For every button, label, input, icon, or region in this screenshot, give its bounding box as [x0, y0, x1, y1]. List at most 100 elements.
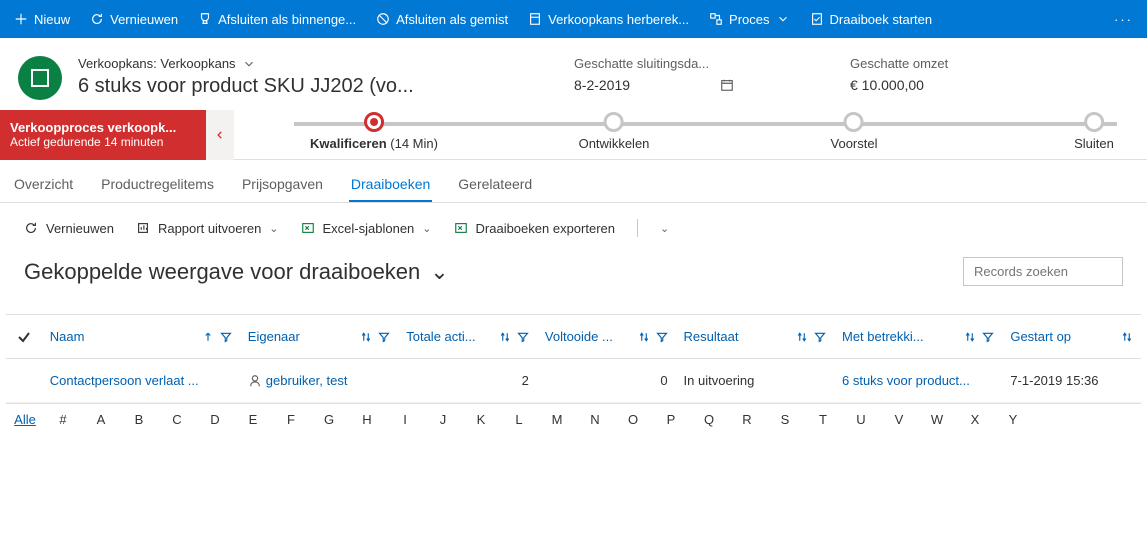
alpha-letter[interactable]: J	[424, 412, 462, 427]
close-won-button[interactable]: Afsluiten als binnenge...	[188, 0, 366, 38]
col-voltooide[interactable]: Voltooide ...	[537, 329, 676, 344]
alpha-letter[interactable]: W	[918, 412, 956, 427]
label: Nieuw	[34, 12, 70, 27]
calculator-icon	[528, 12, 542, 26]
alpha-letter[interactable]: O	[614, 412, 652, 427]
table-row[interactable]: Contactpersoon verlaat ... gebruiker, te…	[6, 359, 1141, 403]
bpf-badge[interactable]: Verkoopproces verkoopk... Actief geduren…	[0, 110, 206, 160]
row-naam[interactable]: Contactpersoon verlaat ...	[50, 373, 199, 388]
sub-excel-templates-button[interactable]: Excel-sjablonen⌄	[301, 221, 432, 236]
label: Verkoopkans herberek...	[548, 12, 689, 27]
clipboard-check-icon	[810, 12, 824, 26]
bpf-stage-qualify[interactable]: Kwalificeren (14 Min)	[310, 112, 438, 151]
view-name[interactable]: Gekoppelde weergave voor draaiboeken	[24, 259, 420, 285]
close-lost-button[interactable]: Afsluiten als gemist	[366, 0, 518, 38]
chevron-down-icon	[776, 12, 790, 26]
chevron-down-icon[interactable]: ⌄	[430, 259, 448, 285]
col-eigenaar[interactable]: Eigenaar	[240, 329, 398, 344]
col-metbetrekking[interactable]: Met betrekki...	[834, 329, 1002, 344]
entity-tile	[18, 56, 62, 100]
form-tabs: Overzicht Productregelitems Prijsopgaven…	[0, 160, 1147, 203]
col-naam[interactable]: Naam	[42, 329, 240, 344]
alpha-all[interactable]: Alle	[6, 412, 44, 427]
bpf-stage-develop[interactable]: Ontwikkelen	[579, 112, 650, 151]
col-resultaat[interactable]: Resultaat	[676, 329, 834, 344]
chevron-down-icon[interactable]	[242, 57, 256, 71]
alpha-letter[interactable]: M	[538, 412, 576, 427]
alpha-letter[interactable]: F	[272, 412, 310, 427]
record-header: Verkoopkans: Verkoopkans 6 stuks voor pr…	[0, 38, 1147, 110]
label: Afsluiten als binnenge...	[218, 12, 356, 27]
cancel-icon	[376, 12, 390, 26]
tab-playbooks[interactable]: Draaiboeken	[349, 168, 432, 202]
record-name: 6 stuks voor product SKU JJ202 (vo...	[78, 75, 498, 98]
user-icon	[248, 374, 262, 388]
alpha-letter[interactable]: H	[348, 412, 386, 427]
col-gestart[interactable]: Gestart op	[1002, 329, 1141, 344]
search-input[interactable]	[963, 257, 1123, 286]
filter-icon	[220, 331, 232, 343]
alpha-letter[interactable]: Y	[994, 412, 1032, 427]
col-totale[interactable]: Totale acti...	[398, 329, 537, 344]
process-button[interactable]: Proces	[699, 0, 799, 38]
revenue-value: € 10.000,00	[850, 77, 924, 93]
alpha-letter[interactable]: I	[386, 412, 424, 427]
alpha-letter[interactable]: L	[500, 412, 538, 427]
select-all[interactable]	[6, 329, 42, 345]
alpha-letter[interactable]: Q	[690, 412, 728, 427]
overflow-button[interactable]: ···	[1104, 12, 1143, 27]
refresh-button[interactable]: Vernieuwen	[80, 0, 188, 38]
alpha-letter[interactable]: V	[880, 412, 918, 427]
excel-icon	[301, 221, 315, 235]
bpf-stage-propose[interactable]: Voorstel	[831, 112, 878, 151]
entity-label: Verkoopkans: Verkoopkans	[78, 56, 236, 71]
row-resultaat: In uitvoering	[684, 373, 755, 388]
sub-overflow[interactable]: ⌄	[660, 222, 669, 235]
alpha-letter[interactable]: X	[956, 412, 994, 427]
command-bar: Nieuw Vernieuwen Afsluiten als binnenge.…	[0, 0, 1147, 38]
bpf-collapse-button[interactable]	[206, 110, 234, 160]
alpha-letter[interactable]: B	[120, 412, 158, 427]
sub-export-button[interactable]: Draaiboeken exporteren	[454, 221, 615, 236]
tab-quotes[interactable]: Prijsopgaven	[240, 168, 325, 202]
alpha-letter[interactable]: C	[158, 412, 196, 427]
row-metbetr[interactable]: 6 stuks voor product...	[842, 373, 970, 388]
alpha-letter[interactable]: R	[728, 412, 766, 427]
alpha-letter[interactable]: U	[842, 412, 880, 427]
new-button[interactable]: Nieuw	[4, 0, 80, 38]
bpf-stage-close[interactable]: Sluiten	[1074, 112, 1114, 151]
filter-icon	[656, 331, 668, 343]
trophy-icon	[198, 12, 212, 26]
tab-related[interactable]: Gerelateerd	[456, 168, 534, 202]
bpf: Verkoopproces verkoopk... Actief geduren…	[0, 110, 1147, 160]
calendar-icon[interactable]	[720, 78, 734, 92]
alpha-letter[interactable]: N	[576, 412, 614, 427]
alpha-letter[interactable]: G	[310, 412, 348, 427]
refresh-icon	[90, 12, 104, 26]
sub-refresh-button[interactable]: Vernieuwen	[24, 221, 114, 236]
sub-report-button[interactable]: Rapport uitvoeren⌄	[136, 221, 279, 236]
subgrid-cmdbar: Vernieuwen Rapport uitvoeren⌄ Excel-sjab…	[0, 203, 1147, 243]
row-eigenaar[interactable]: gebruiker, test	[266, 373, 348, 388]
report-icon	[136, 221, 150, 235]
alpha-bar: Alle # A B C D E F G H I J K L M N O P Q…	[0, 404, 1147, 427]
row-gestart: 7-1-2019 15:36	[1010, 373, 1098, 388]
label: Afsluiten als gemist	[396, 12, 508, 27]
alpha-letter[interactable]: K	[462, 412, 500, 427]
filter-icon	[517, 331, 529, 343]
recalculate-button[interactable]: Verkoopkans herberek...	[518, 0, 699, 38]
alpha-letter[interactable]: T	[804, 412, 842, 427]
alpha-letter[interactable]: S	[766, 412, 804, 427]
label: Proces	[729, 12, 769, 27]
alpha-letter[interactable]: P	[652, 412, 690, 427]
alpha-letter[interactable]: A	[82, 412, 120, 427]
alpha-hash[interactable]: #	[44, 412, 82, 427]
alpha-letter[interactable]: E	[234, 412, 272, 427]
alpha-letter[interactable]: D	[196, 412, 234, 427]
tab-overview[interactable]: Overzicht	[12, 168, 75, 202]
start-playbook-button[interactable]: Draaiboek starten	[800, 0, 943, 38]
filter-icon	[982, 331, 994, 343]
plus-icon	[14, 12, 28, 26]
tab-products[interactable]: Productregelitems	[99, 168, 216, 202]
revenue-label: Geschatte omzet	[850, 56, 1110, 71]
